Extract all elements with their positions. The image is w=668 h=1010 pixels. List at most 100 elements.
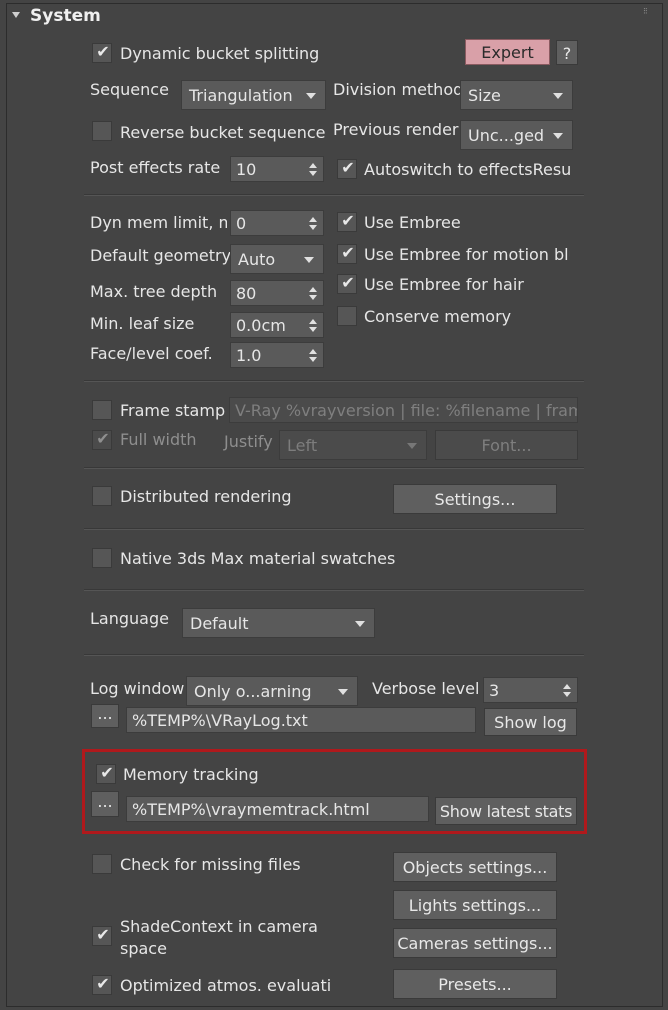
division-method-dropdown[interactable]: Size	[460, 80, 573, 110]
triangle-down-icon[interactable]	[12, 12, 20, 18]
log-window-label: Log window	[90, 679, 185, 698]
check-icon: ✔	[96, 974, 110, 993]
face-level-coef-label: Face/level coef.	[90, 344, 213, 363]
section-divider	[84, 528, 584, 530]
frame-stamp-text-field[interactable]: V-Ray %vrayversion | file: %filename | f…	[229, 397, 578, 423]
spinner-down-icon[interactable]	[309, 295, 317, 300]
drag-grip-icon[interactable]: ⁝⁝	[643, 8, 655, 20]
sequence-dropdown[interactable]: Triangulation	[181, 80, 326, 110]
check-icon: ✔	[96, 429, 110, 448]
justify-dropdown[interactable]: Left	[279, 430, 427, 460]
check-icon: ✔	[96, 925, 110, 944]
max-tree-depth-value: 80	[236, 284, 257, 303]
chevron-down-icon	[338, 689, 348, 695]
distributed-rendering-checkbox[interactable]	[92, 486, 112, 506]
native-material-swatches-checkbox[interactable]	[92, 548, 112, 568]
sequence-label: Sequence	[90, 80, 169, 99]
previous-render-label: Previous render	[333, 120, 459, 139]
check-icon: ✔	[96, 42, 110, 61]
check-icon: ✔	[100, 763, 114, 782]
optimized-atmos-checkbox[interactable]: ✔	[92, 974, 112, 995]
chevron-down-icon	[304, 257, 314, 263]
show-log-button[interactable]: Show log	[484, 708, 577, 736]
show-latest-stats-button[interactable]: Show latest stats	[435, 797, 577, 825]
shade-context-checkbox[interactable]: ✔	[92, 925, 112, 946]
rollout-title[interactable]: System	[30, 6, 101, 26]
memory-tracking-label: Memory tracking	[123, 765, 259, 784]
division-method-label: Division method	[333, 80, 464, 99]
frame-stamp-checkbox[interactable]	[92, 400, 112, 420]
spinner-down-icon[interactable]	[563, 692, 571, 697]
spinner-down-icon[interactable]	[309, 171, 317, 176]
use-embree-hair-label: Use Embree for hair	[364, 275, 524, 294]
presets-button[interactable]: Presets...	[393, 969, 557, 999]
expert-button[interactable]: Expert	[465, 39, 550, 65]
dynamic-bucket-splitting-label: Dynamic bucket splitting	[120, 44, 320, 63]
previous-render-value: Unc...ged	[468, 126, 545, 145]
dyn-mem-limit-value: 0	[236, 214, 247, 233]
memory-tracking-checkbox[interactable]: ✔	[96, 763, 116, 784]
log-path-field[interactable]: %TEMP%\VRayLog.txt	[126, 707, 476, 733]
spinner-up-icon[interactable]	[309, 217, 317, 222]
section-divider	[84, 654, 584, 656]
use-embree-motion-blur-checkbox[interactable]: ✔	[337, 243, 357, 264]
sequence-value: Triangulation	[189, 86, 293, 105]
conserve-memory-checkbox[interactable]	[337, 306, 357, 326]
face-level-coef-value: 1.0	[236, 346, 262, 365]
min-leaf-size-spinner[interactable]: 0.0cm	[230, 312, 324, 338]
native-material-swatches-label: Native 3ds Max material swatches	[120, 549, 396, 568]
shade-context-label-line2: space	[120, 939, 167, 958]
chevron-down-icon	[553, 133, 563, 139]
reverse-bucket-sequence-label: Reverse bucket sequence	[120, 123, 326, 142]
reverse-bucket-sequence-checkbox[interactable]	[92, 121, 112, 141]
autoswitch-checkbox[interactable]: ✔	[337, 158, 357, 179]
spinner-up-icon[interactable]	[309, 163, 317, 168]
max-tree-depth-spinner[interactable]: 80	[230, 280, 324, 306]
max-tree-depth-label: Max. tree depth	[90, 282, 218, 301]
spinner-up-icon[interactable]	[309, 287, 317, 292]
spinner-up-icon[interactable]	[309, 319, 317, 324]
frame-stamp-label: Frame stamp	[120, 401, 226, 420]
division-method-value: Size	[468, 86, 501, 105]
justify-value: Left	[287, 436, 318, 455]
lights-settings-button[interactable]: Lights settings...	[393, 890, 557, 920]
spinner-down-icon[interactable]	[309, 225, 317, 230]
objects-settings-button[interactable]: Objects settings...	[393, 852, 557, 882]
spinner-down-icon[interactable]	[309, 357, 317, 362]
check-missing-files-checkbox[interactable]	[92, 854, 112, 874]
post-effects-rate-spinner[interactable]: 10	[230, 156, 324, 182]
previous-render-dropdown[interactable]: Unc...ged	[460, 120, 573, 150]
verbose-level-value: 3	[489, 681, 500, 700]
full-width-label: Full width	[120, 430, 197, 449]
post-effects-rate-label: Post effects rate	[90, 158, 221, 177]
min-leaf-size-value: 0.0cm	[236, 316, 286, 335]
check-icon: ✔	[341, 158, 355, 177]
optimized-atmos-label: Optimized atmos. evaluation	[120, 976, 332, 995]
full-width-checkbox[interactable]: ✔	[92, 429, 112, 450]
log-window-dropdown[interactable]: Only o...arning	[186, 676, 358, 706]
spinner-down-icon[interactable]	[309, 327, 317, 332]
help-button[interactable]: ?	[556, 40, 578, 65]
cameras-settings-button[interactable]: Cameras settings...	[393, 928, 557, 958]
spinner-up-icon[interactable]	[563, 684, 571, 689]
spinner-up-icon[interactable]	[309, 349, 317, 354]
language-dropdown[interactable]: Default	[182, 608, 375, 638]
check-icon: ✔	[341, 211, 355, 230]
memory-tracking-path-field[interactable]: %TEMP%\vraymemtrack.html	[126, 796, 429, 822]
verbose-level-spinner[interactable]: 3	[483, 677, 578, 703]
dynamic-bucket-splitting-checkbox[interactable]: ✔	[92, 42, 112, 63]
use-embree-hair-checkbox[interactable]: ✔	[337, 273, 357, 294]
dyn-mem-limit-spinner[interactable]: 0	[230, 210, 324, 236]
section-divider	[84, 380, 584, 382]
memory-tracking-browse-button[interactable]: ...	[91, 791, 119, 817]
check-icon: ✔	[341, 273, 355, 292]
section-divider	[84, 589, 584, 591]
use-embree-checkbox[interactable]: ✔	[337, 211, 357, 232]
log-browse-button[interactable]: ...	[91, 704, 119, 728]
default-geometry-dropdown[interactable]: Auto	[230, 244, 324, 274]
autoswitch-label: Autoswitch to effectsResult	[364, 160, 572, 179]
face-level-coef-spinner[interactable]: 1.0	[230, 342, 324, 368]
dyn-mem-limit-label: Dyn mem limit, mb	[90, 213, 227, 232]
font-button[interactable]: Font...	[435, 430, 578, 460]
distributed-settings-button[interactable]: Settings...	[393, 484, 557, 514]
